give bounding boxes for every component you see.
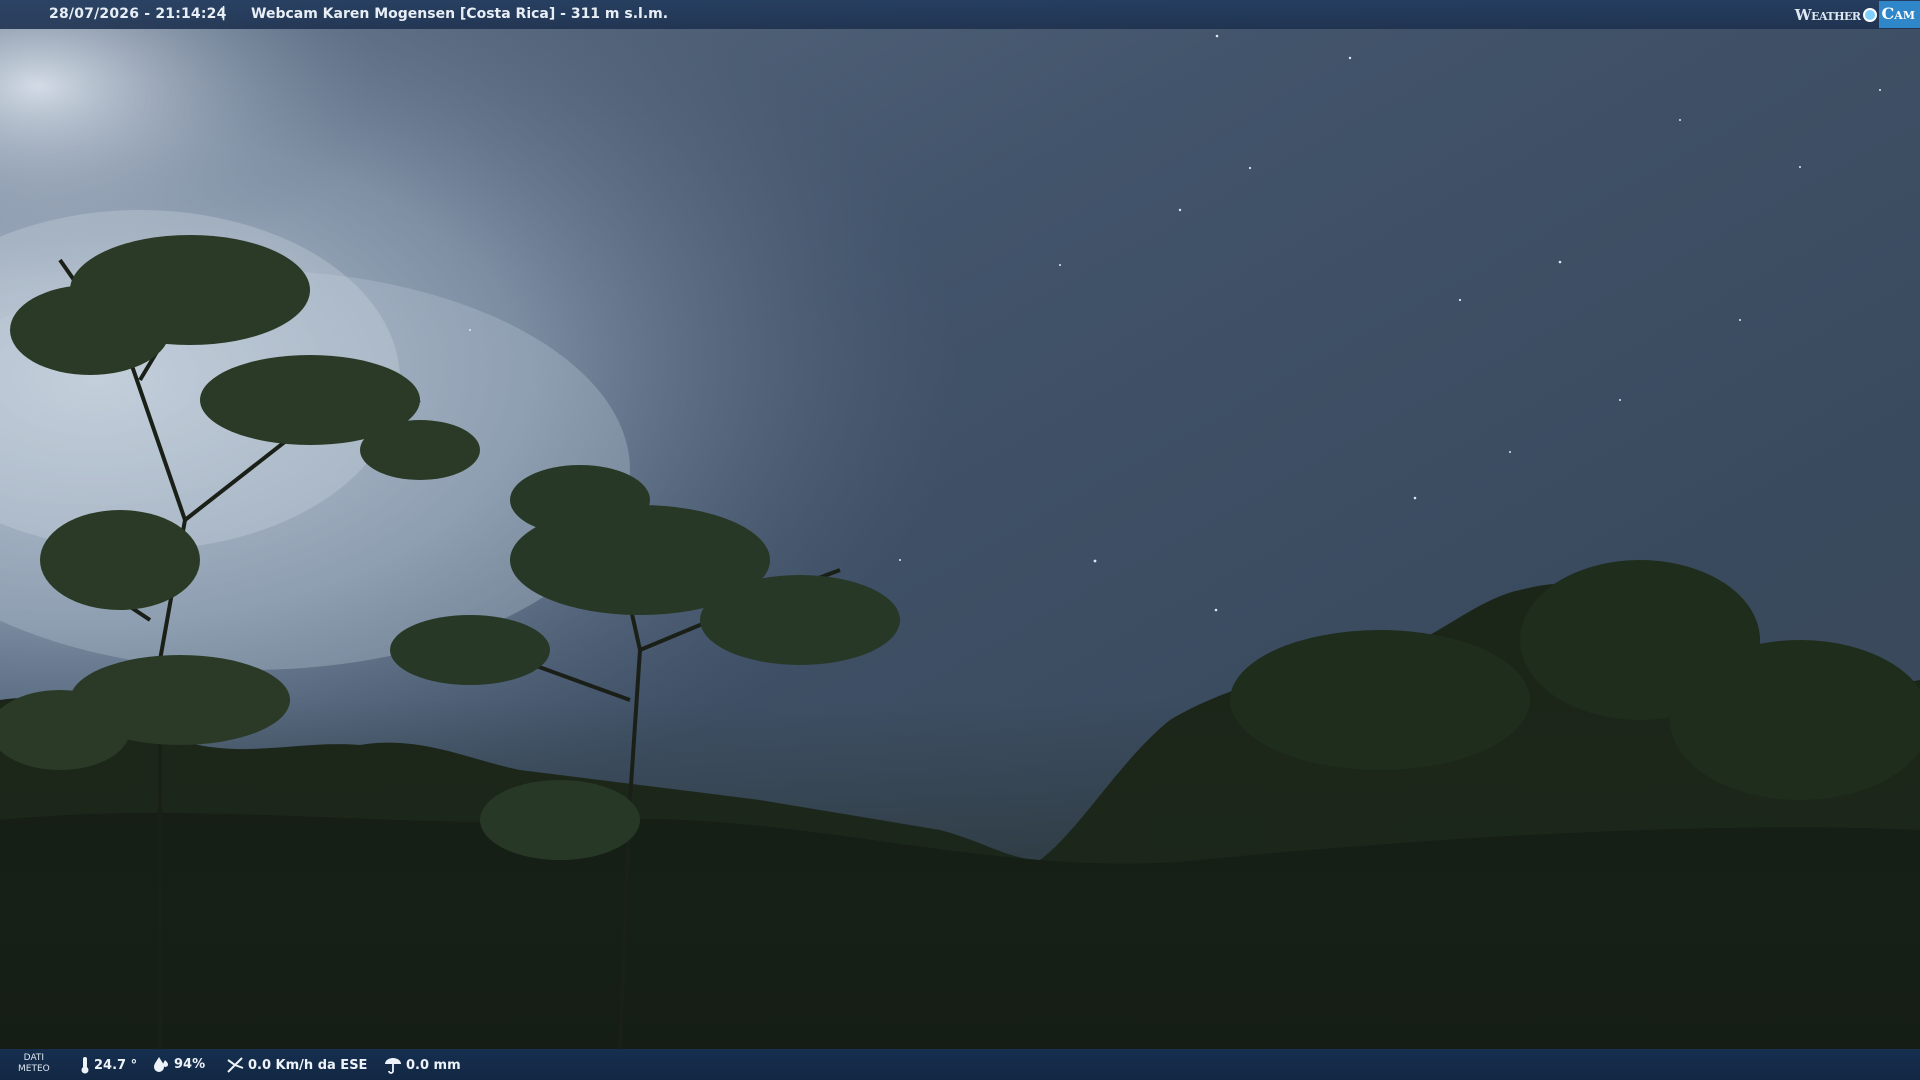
weathercam-logo[interactable]: Weather Cam: [1795, 0, 1920, 29]
wind-item: 0.0 Km/h da ESE: [226, 1056, 367, 1074]
rain-icon: [385, 1058, 401, 1074]
weather-data-bar: DATI METEO 24.7 ° 94% 0.0 Km/h da ESE 0.…: [0, 1049, 1920, 1080]
wind-value: 0.0 Km/h da ESE: [248, 1057, 368, 1073]
weather-label-line2: METEO: [18, 1064, 50, 1074]
logo-text-cam: Cam: [1878, 1, 1920, 28]
humidity-icon: [154, 1057, 168, 1072]
rain-item: 0.0 mm: [384, 1056, 461, 1074]
humidity-item: 94%: [152, 1056, 205, 1072]
webcam-image: [0, 0, 1920, 1080]
top-info-bar: 28/07/2026 - 21:14:24 | Webcam Karen Mog…: [0, 0, 1920, 29]
temperature-item: 24.7 °: [80, 1056, 137, 1074]
weather-label-line1: DATI: [23, 1053, 45, 1063]
humidity-value: 94%: [174, 1056, 206, 1072]
logo-text-weather: Weather: [1794, 5, 1861, 24]
separator: |: [221, 5, 227, 21]
temperature-value: 24.7 °: [94, 1057, 138, 1073]
wind-icon: [227, 1057, 244, 1073]
timestamp: 28/07/2026 - 21:14:24: [49, 6, 227, 22]
logo-dot-icon: [1862, 7, 1877, 22]
weather-data-label: DATI METEO: [18, 1053, 50, 1075]
webcam-title: Webcam Karen Mogensen [Costa Rica] - 311…: [251, 6, 669, 22]
rain-value: 0.0 mm: [406, 1057, 461, 1073]
thermometer-icon: [81, 1057, 89, 1074]
